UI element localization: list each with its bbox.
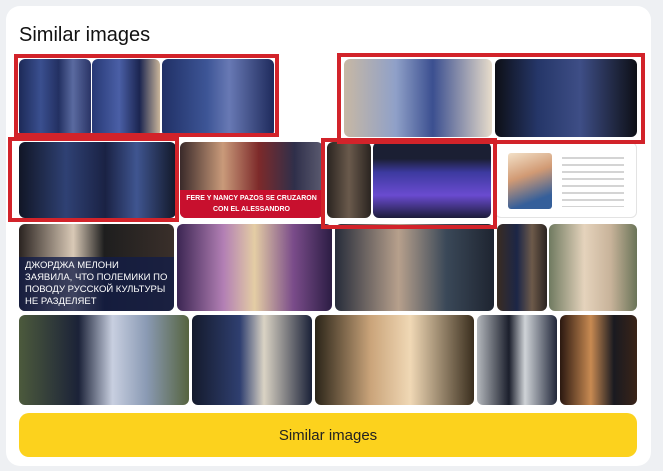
thumb-4-4[interactable] (477, 315, 557, 405)
thumb-1-4[interactable] (344, 59, 492, 137)
thumb-1-3[interactable] (162, 59, 274, 137)
thumb-3-1[interactable]: ДЖОРДЖА МЕЛОНИ ЗАЯВИЛА, ЧТО ПОЛЕМИКИ ПО … (19, 224, 174, 311)
thumb-2-5[interactable] (495, 142, 637, 218)
thumb-3-3[interactable] (335, 224, 494, 311)
thumb-4-5[interactable] (560, 315, 637, 405)
doc-portrait-image (508, 153, 552, 209)
thumb-2-1[interactable] (19, 142, 176, 218)
thumb-1-5[interactable] (495, 59, 637, 137)
thumb-4-1[interactable] (19, 315, 189, 405)
thumb-2-2[interactable]: FERE Y NANCY PAZOS SE CRUZARON CON EL AL… (180, 142, 323, 218)
thumb-3-4[interactable] (497, 224, 547, 311)
thumb-2-3[interactable] (327, 142, 371, 218)
thumb-1-2[interactable] (92, 59, 160, 137)
thumb-3-5[interactable] (549, 224, 637, 311)
thumb-1-1[interactable] (19, 59, 91, 137)
thumb-3-2[interactable] (177, 224, 332, 311)
thumb-2-4[interactable] (373, 142, 491, 218)
doc-text-lines (562, 157, 624, 207)
thumb-caption: ДЖОРДЖА МЕЛОНИ ЗАЯВИЛА, ЧТО ПОЛЕМИКИ ПО … (19, 257, 174, 311)
section-title: Similar images (19, 24, 151, 46)
thumb-4-3[interactable] (315, 315, 474, 405)
thumb-4-2[interactable] (192, 315, 312, 405)
thumb-caption: FERE Y NANCY PAZOS SE CRUZARON CON EL AL… (180, 190, 323, 218)
similar-images-button[interactable]: Similar images (19, 413, 637, 457)
